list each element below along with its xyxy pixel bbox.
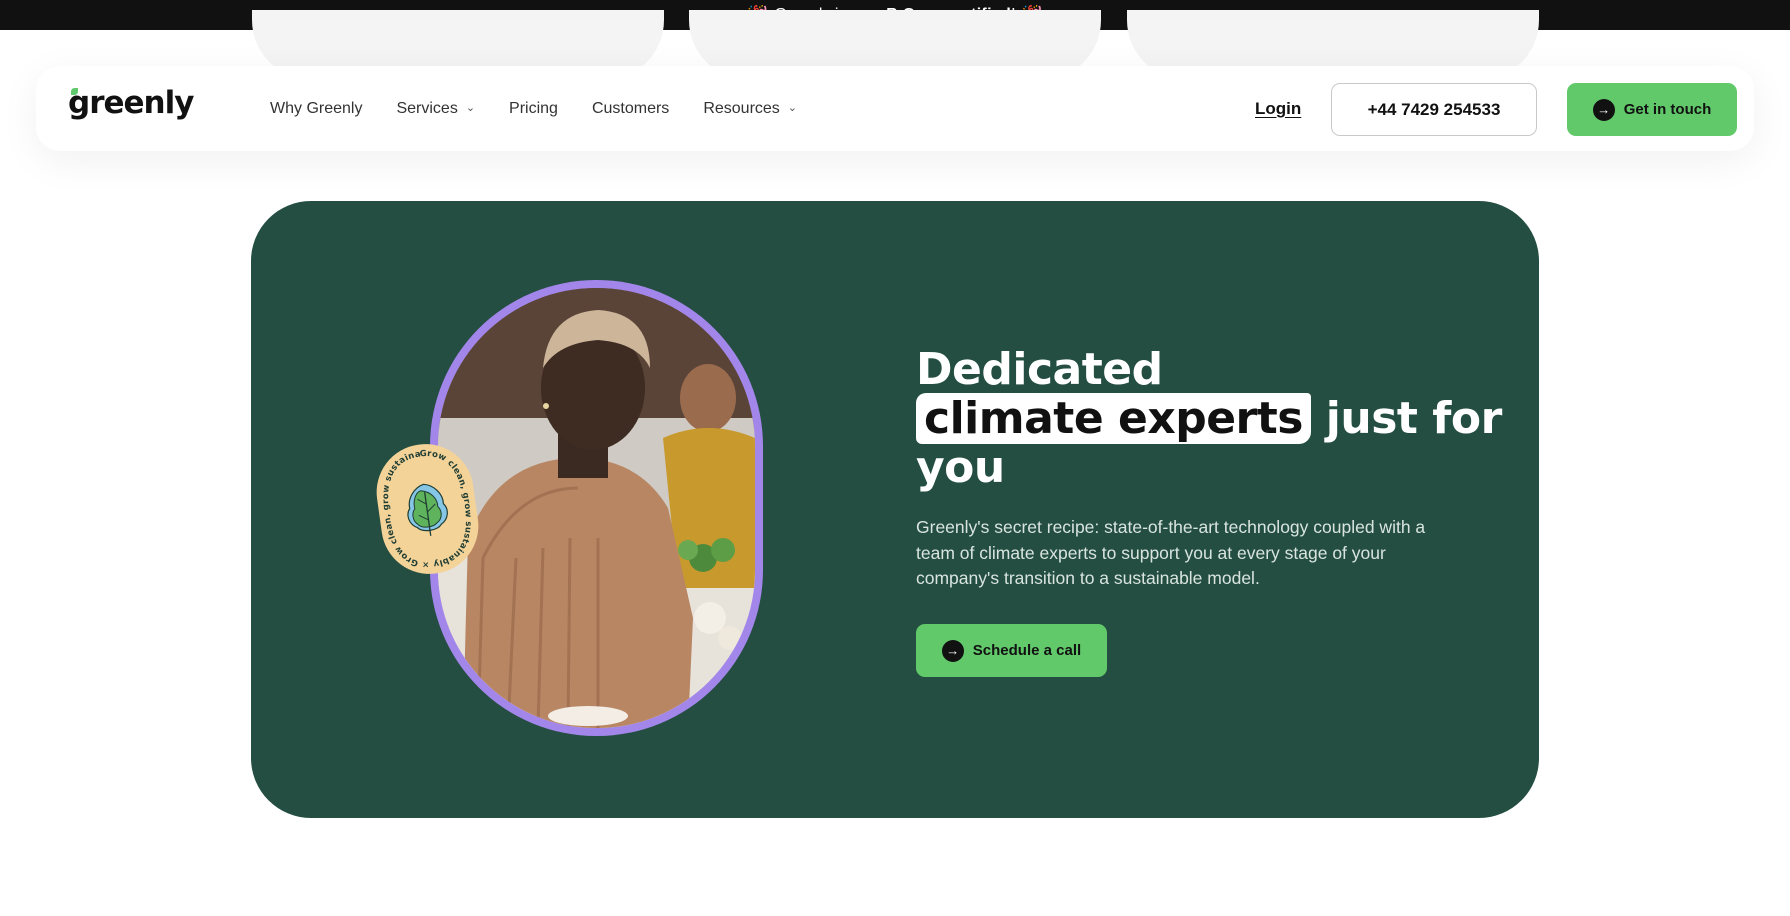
schedule-call-button[interactable]: → Schedule a call	[916, 624, 1107, 677]
arrow-right-circle-icon: →	[1592, 98, 1615, 121]
headline-line-1: Dedicated	[916, 344, 1163, 395]
nav-item-services[interactable]: Services ⌄	[396, 100, 475, 118]
nav-label: Why Greenly	[270, 99, 363, 117]
nav-label: Resources	[703, 99, 780, 117]
nav-item-resources[interactable]: Resources ⌄	[703, 100, 797, 118]
nav-item-customers[interactable]: Customers	[592, 100, 669, 118]
portrait-image	[438, 288, 755, 728]
headline-highlight: climate experts	[916, 393, 1311, 444]
get-in-touch-button[interactable]: → Get in touch	[1567, 83, 1737, 136]
hero-headline: Dedicated climate experts just for you	[916, 344, 1502, 493]
get-in-touch-label: Get in touch	[1623, 101, 1712, 118]
login-link[interactable]: Login	[1255, 66, 1301, 151]
chevron-down-icon: ⌄	[787, 102, 798, 114]
headline-line-3: you	[916, 442, 1005, 493]
schedule-call-label: Schedule a call	[972, 642, 1082, 659]
nav-item-pricing[interactable]: Pricing	[509, 100, 558, 118]
phone-button[interactable]: +44 7429 254533	[1331, 83, 1537, 136]
greenly-logo[interactable]: gr eenly	[68, 85, 194, 121]
logo-text-end: eenly	[103, 85, 194, 121]
chevron-down-icon: ⌄	[465, 102, 476, 114]
nav-label: Services	[396, 99, 458, 117]
hero-description: Greenly's secret recipe: state-of-the-ar…	[916, 517, 1426, 588]
grow-clean-badge: Grow clean, grow sustainably × Grow clea…	[366, 432, 485, 581]
nav-label: Pricing	[509, 99, 558, 117]
leaf-icon	[407, 483, 448, 536]
portrait-frame	[430, 280, 763, 736]
hero-section: Grow clean, grow sustainably × Grow clea…	[251, 201, 1539, 818]
site-header: gr eenly Why Greenly Services ⌄ Pricing C…	[36, 66, 1754, 151]
arrow-right-circle-icon: →	[941, 639, 964, 662]
main-nav: Why Greenly Services ⌄ Pricing Customers…	[270, 66, 797, 151]
headline-line-2-rest: just for	[1310, 393, 1503, 444]
nav-label: Customers	[591, 99, 670, 117]
logo-leaf-icon	[71, 88, 78, 95]
nav-item-why-greenly[interactable]: Why Greenly	[270, 100, 362, 118]
